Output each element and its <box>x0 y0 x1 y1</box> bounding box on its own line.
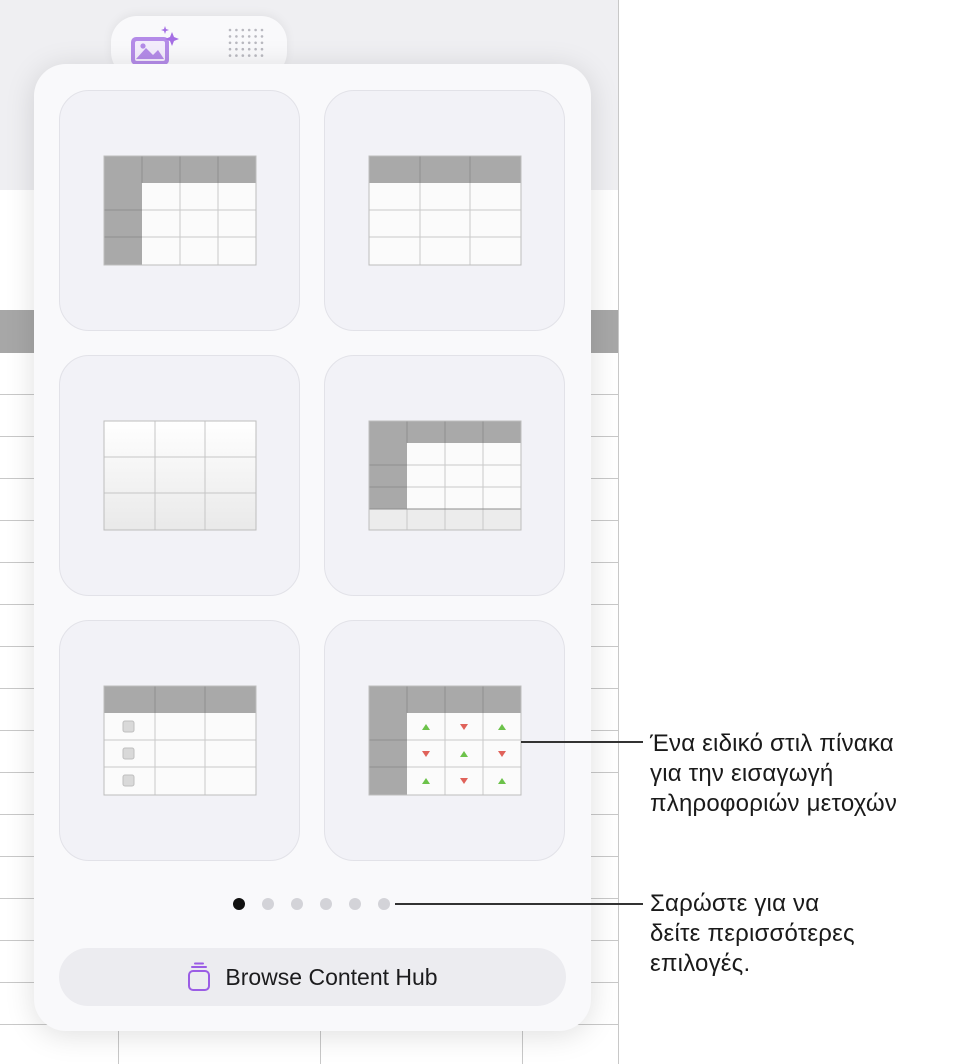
callout-leader-line <box>521 741 643 743</box>
table-preview <box>368 420 522 531</box>
table-style-header-row-column-footer[interactable] <box>324 355 565 596</box>
checkbox-icon <box>122 774 135 787</box>
callout-leader-line <box>395 903 643 905</box>
checkbox-icon <box>122 747 135 760</box>
table-style-header-row-and-column[interactable] <box>59 90 300 331</box>
table-preview <box>103 155 257 266</box>
page-dot[interactable] <box>291 898 303 910</box>
page-dot[interactable] <box>378 898 390 910</box>
table-preview <box>368 155 522 266</box>
page-dot[interactable] <box>349 898 361 910</box>
content-hub-icon <box>188 962 211 991</box>
table-style-header-row[interactable] <box>324 90 565 331</box>
table-preview <box>103 685 257 796</box>
callout-swipe: Σαρώστε για να δείτε περισσότερες επιλογ… <box>650 890 855 977</box>
browse-content-hub-button[interactable]: Browse Content Hub <box>59 948 566 1006</box>
table-style-plain[interactable] <box>59 355 300 596</box>
table-preview <box>103 420 257 531</box>
page-dot[interactable] <box>320 898 332 910</box>
checkbox-icon <box>122 720 135 733</box>
table-style-checklist[interactable] <box>59 620 300 861</box>
page-dot[interactable] <box>233 898 245 910</box>
grid-icon <box>228 28 264 57</box>
page-dot[interactable] <box>262 898 274 910</box>
browse-button-label: Browse Content Hub <box>225 963 438 990</box>
callout-stock-style: Ένα ειδικό στιλ πίνακα για την εισαγωγή … <box>650 730 898 817</box>
